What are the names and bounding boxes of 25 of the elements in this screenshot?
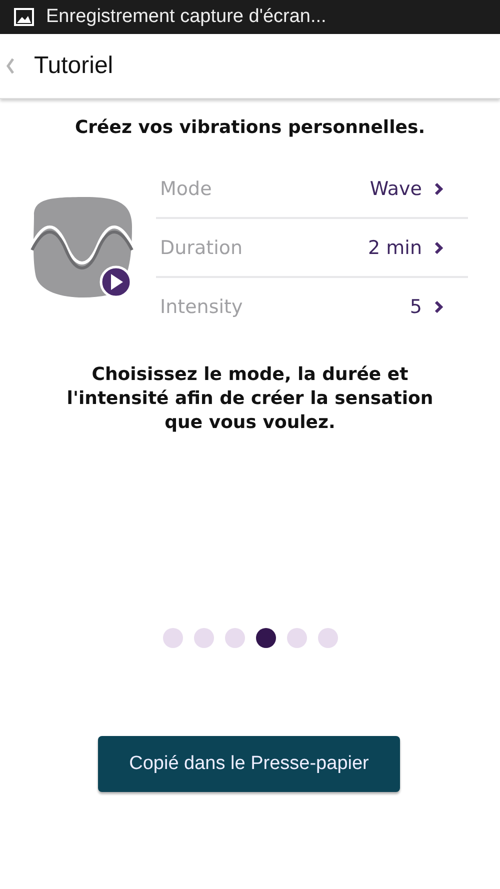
description-text: Choisissez le mode, la durée et l'intensité afin de créer la sensation que vous voulez. (66, 363, 434, 435)
setting-row[interactable]: Duration 2 min (156, 219, 468, 278)
page-indicator-dot[interactable] (162, 628, 182, 648)
toast-message: Copié dans le Presse-papier (98, 736, 400, 792)
setting-value: Wave (370, 178, 422, 200)
setting-row[interactable]: Intensity 5 (156, 278, 468, 335)
page-indicator-dot[interactable] (318, 628, 338, 648)
setting-label: Mode (160, 178, 213, 200)
notification-text: Enregistrement capture d'écran... (46, 6, 326, 28)
setting-label: Duration (160, 236, 244, 258)
chevron-right-icon (434, 182, 444, 196)
setting-value: 5 (410, 296, 422, 318)
page-indicator-dot[interactable] (286, 628, 306, 648)
image-icon (14, 8, 34, 26)
screen-title: Tutoriel (34, 52, 114, 80)
heading: Créez vos vibrations personnelles. (74, 117, 426, 138)
page-indicator-dot[interactable] (224, 628, 244, 648)
setting-value: 2 min (368, 236, 422, 258)
page-indicator-dot[interactable] (194, 628, 214, 648)
setting-label: Intensity (160, 296, 244, 318)
page-indicator-dot[interactable] (256, 628, 276, 648)
chevron-right-icon (434, 240, 444, 254)
chevron-right-icon (434, 300, 444, 314)
back-icon[interactable] (6, 58, 14, 74)
setting-row[interactable]: Mode Wave (156, 160, 468, 219)
